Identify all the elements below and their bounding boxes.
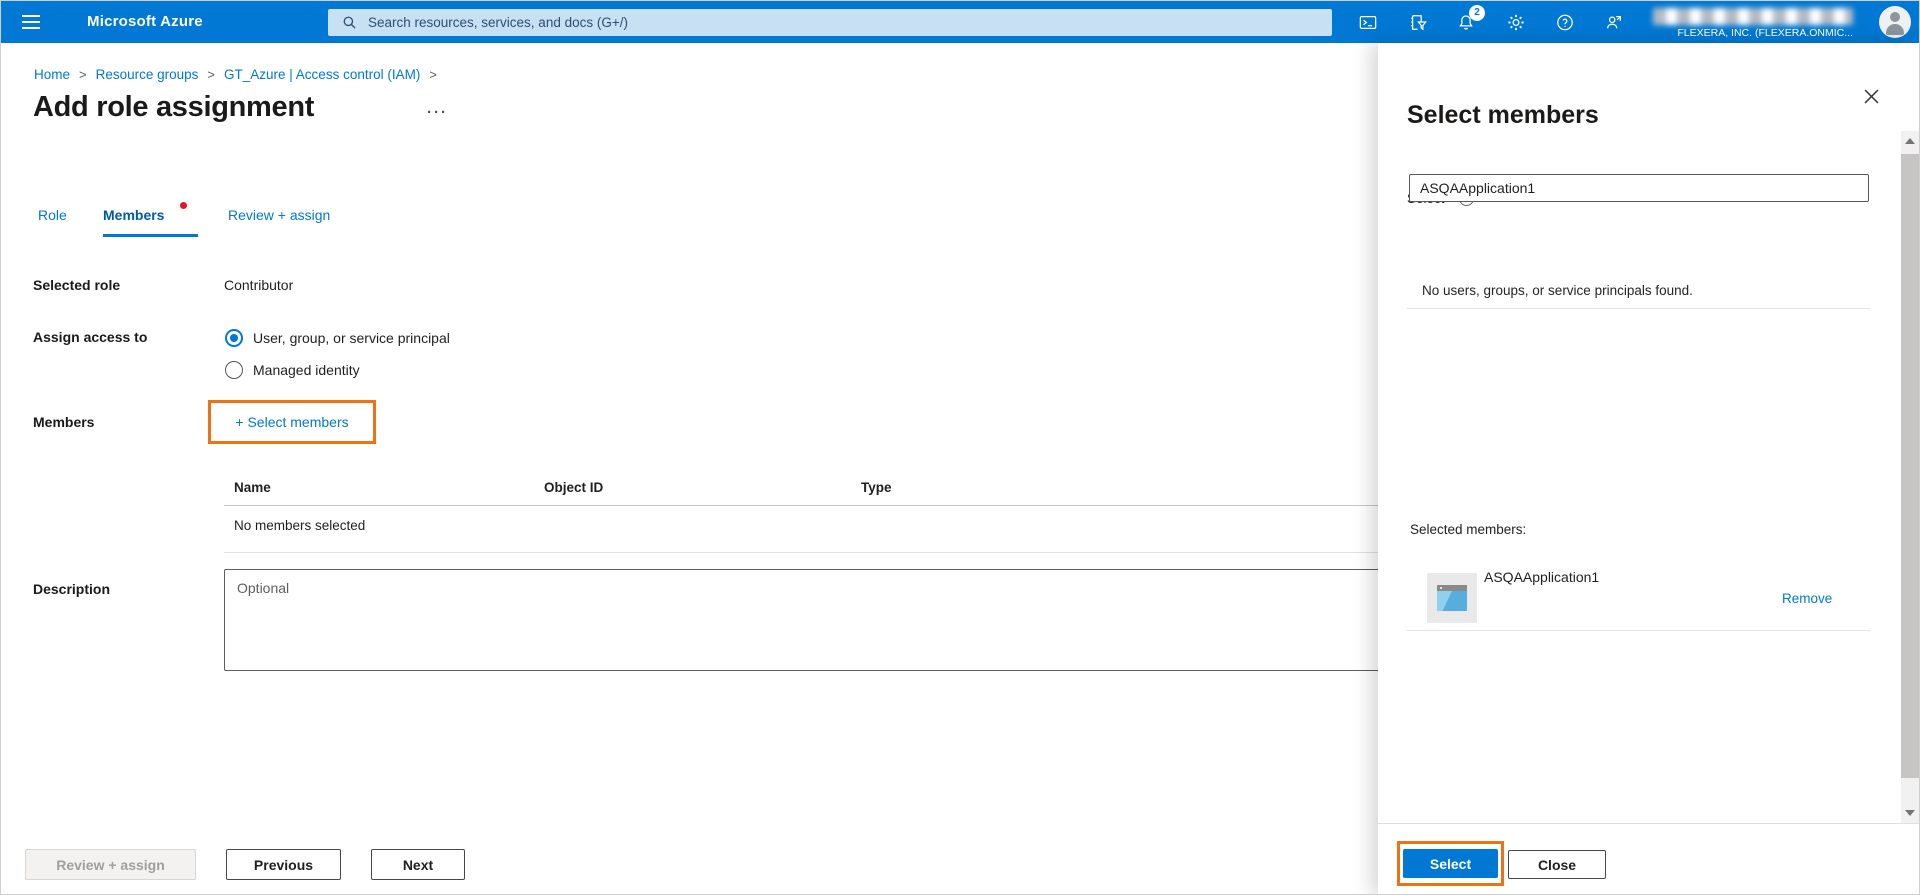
menu-icon[interactable] [17, 10, 45, 34]
panel-footer-divider [1378, 823, 1919, 824]
breadcrumb-separator: > [429, 67, 437, 82]
selected-members-label: Selected members: [1410, 522, 1527, 537]
panel-title: Select members [1407, 101, 1599, 129]
breadcrumb-access-control[interactable]: GT_Azure | Access control (IAM) [224, 67, 420, 82]
tab-role[interactable]: Role [38, 207, 67, 223]
select-members-panel: Select members Select i No users, groups… [1378, 43, 1919, 894]
tab-members[interactable]: Members [103, 207, 164, 223]
radio-label: Managed identity [253, 362, 360, 378]
description-label: Description [33, 581, 111, 597]
close-icon[interactable] [1856, 81, 1886, 111]
description-textarea[interactable] [224, 569, 1460, 671]
radio-user-group-service-principal[interactable]: User, group, or service principal [225, 328, 450, 348]
member-search-input[interactable] [1409, 174, 1869, 202]
members-label: Members [33, 414, 95, 430]
azure-portal-page: Microsoft Azure 2 FLEXERA, INC. (FLEXERA… [0, 0, 1920, 895]
previous-button[interactable]: Previous [226, 849, 341, 880]
panel-select-button[interactable]: Select [1403, 849, 1498, 878]
column-header-type: Type [861, 480, 892, 495]
radio-managed-identity[interactable]: Managed identity [225, 360, 360, 380]
avatar[interactable] [1879, 6, 1911, 38]
account-name-redacted [1653, 7, 1853, 25]
review-assign-button[interactable]: Review + assign [25, 849, 196, 880]
radio-label: User, group, or service principal [253, 330, 450, 346]
notifications-icon[interactable]: 2 [1451, 5, 1485, 37]
assign-access-label: Assign access to [33, 329, 148, 345]
breadcrumb-separator: > [79, 67, 87, 82]
scroll-down-icon[interactable] [1901, 803, 1919, 823]
highlight-box-select-members: + Select members [208, 400, 376, 444]
scrollbar-thumb[interactable] [1901, 154, 1919, 778]
help-icon[interactable] [1550, 7, 1580, 37]
cloud-shell-icon[interactable] [1353, 7, 1383, 37]
radio-unselected-icon [225, 361, 243, 379]
selected-member-name: ASQAApplication1 [1484, 569, 1600, 585]
feedback-icon[interactable] [1599, 7, 1629, 37]
remove-member-link[interactable]: Remove [1782, 591, 1832, 606]
select-members-button[interactable]: + Select members [235, 414, 348, 430]
notification-badge: 2 [1469, 5, 1485, 21]
selected-role-value: Contributor [224, 277, 294, 293]
more-options-icon[interactable]: ··· [421, 103, 454, 122]
member-row-divider [1407, 630, 1870, 631]
breadcrumb: Home > Resource groups > GT_Azure | Acce… [34, 67, 437, 82]
tab-review-assign[interactable]: Review + assign [228, 207, 330, 223]
search-icon [343, 16, 356, 29]
highlight-box-select: Select [1397, 841, 1504, 886]
breadcrumb-separator: > [207, 67, 216, 82]
column-header-object-id: Object ID [544, 480, 604, 495]
search-input[interactable] [366, 14, 1332, 31]
results-divider [1407, 308, 1870, 309]
radio-selected-icon [225, 329, 243, 347]
unsaved-dot [180, 202, 187, 209]
account-info[interactable]: FLEXERA, INC. (FLEXERA.ONMIC... [1653, 5, 1853, 41]
next-button[interactable]: Next [371, 849, 465, 880]
directory-filter-icon[interactable] [1403, 7, 1433, 37]
brand-logo[interactable]: Microsoft Azure [87, 1, 203, 43]
panel-close-button[interactable]: Close [1508, 850, 1606, 879]
no-results-message: No users, groups, or service principals … [1422, 283, 1693, 298]
breadcrumb-home[interactable]: Home [34, 67, 70, 82]
scroll-up-icon[interactable] [1901, 131, 1919, 151]
selected-role-label: Selected role [33, 277, 121, 293]
active-tab-underline [103, 234, 198, 237]
table-header-divider [224, 505, 1461, 506]
column-header-name: Name [234, 480, 271, 495]
breadcrumb-resource-groups[interactable]: Resource groups [96, 67, 199, 82]
table-row-divider [224, 552, 1461, 553]
global-search [328, 9, 1332, 36]
page-title: Add role assignment [33, 91, 315, 123]
panel-scrollbar[interactable] [1901, 131, 1919, 823]
table-empty-text: No members selected [234, 518, 366, 533]
application-icon [1427, 573, 1477, 623]
top-bar: Microsoft Azure 2 FLEXERA, INC. (FLEXERA… [1, 1, 1919, 43]
settings-gear-icon[interactable] [1501, 7, 1531, 37]
directory-label: FLEXERA, INC. (FLEXERA.ONMIC... [1677, 26, 1853, 39]
